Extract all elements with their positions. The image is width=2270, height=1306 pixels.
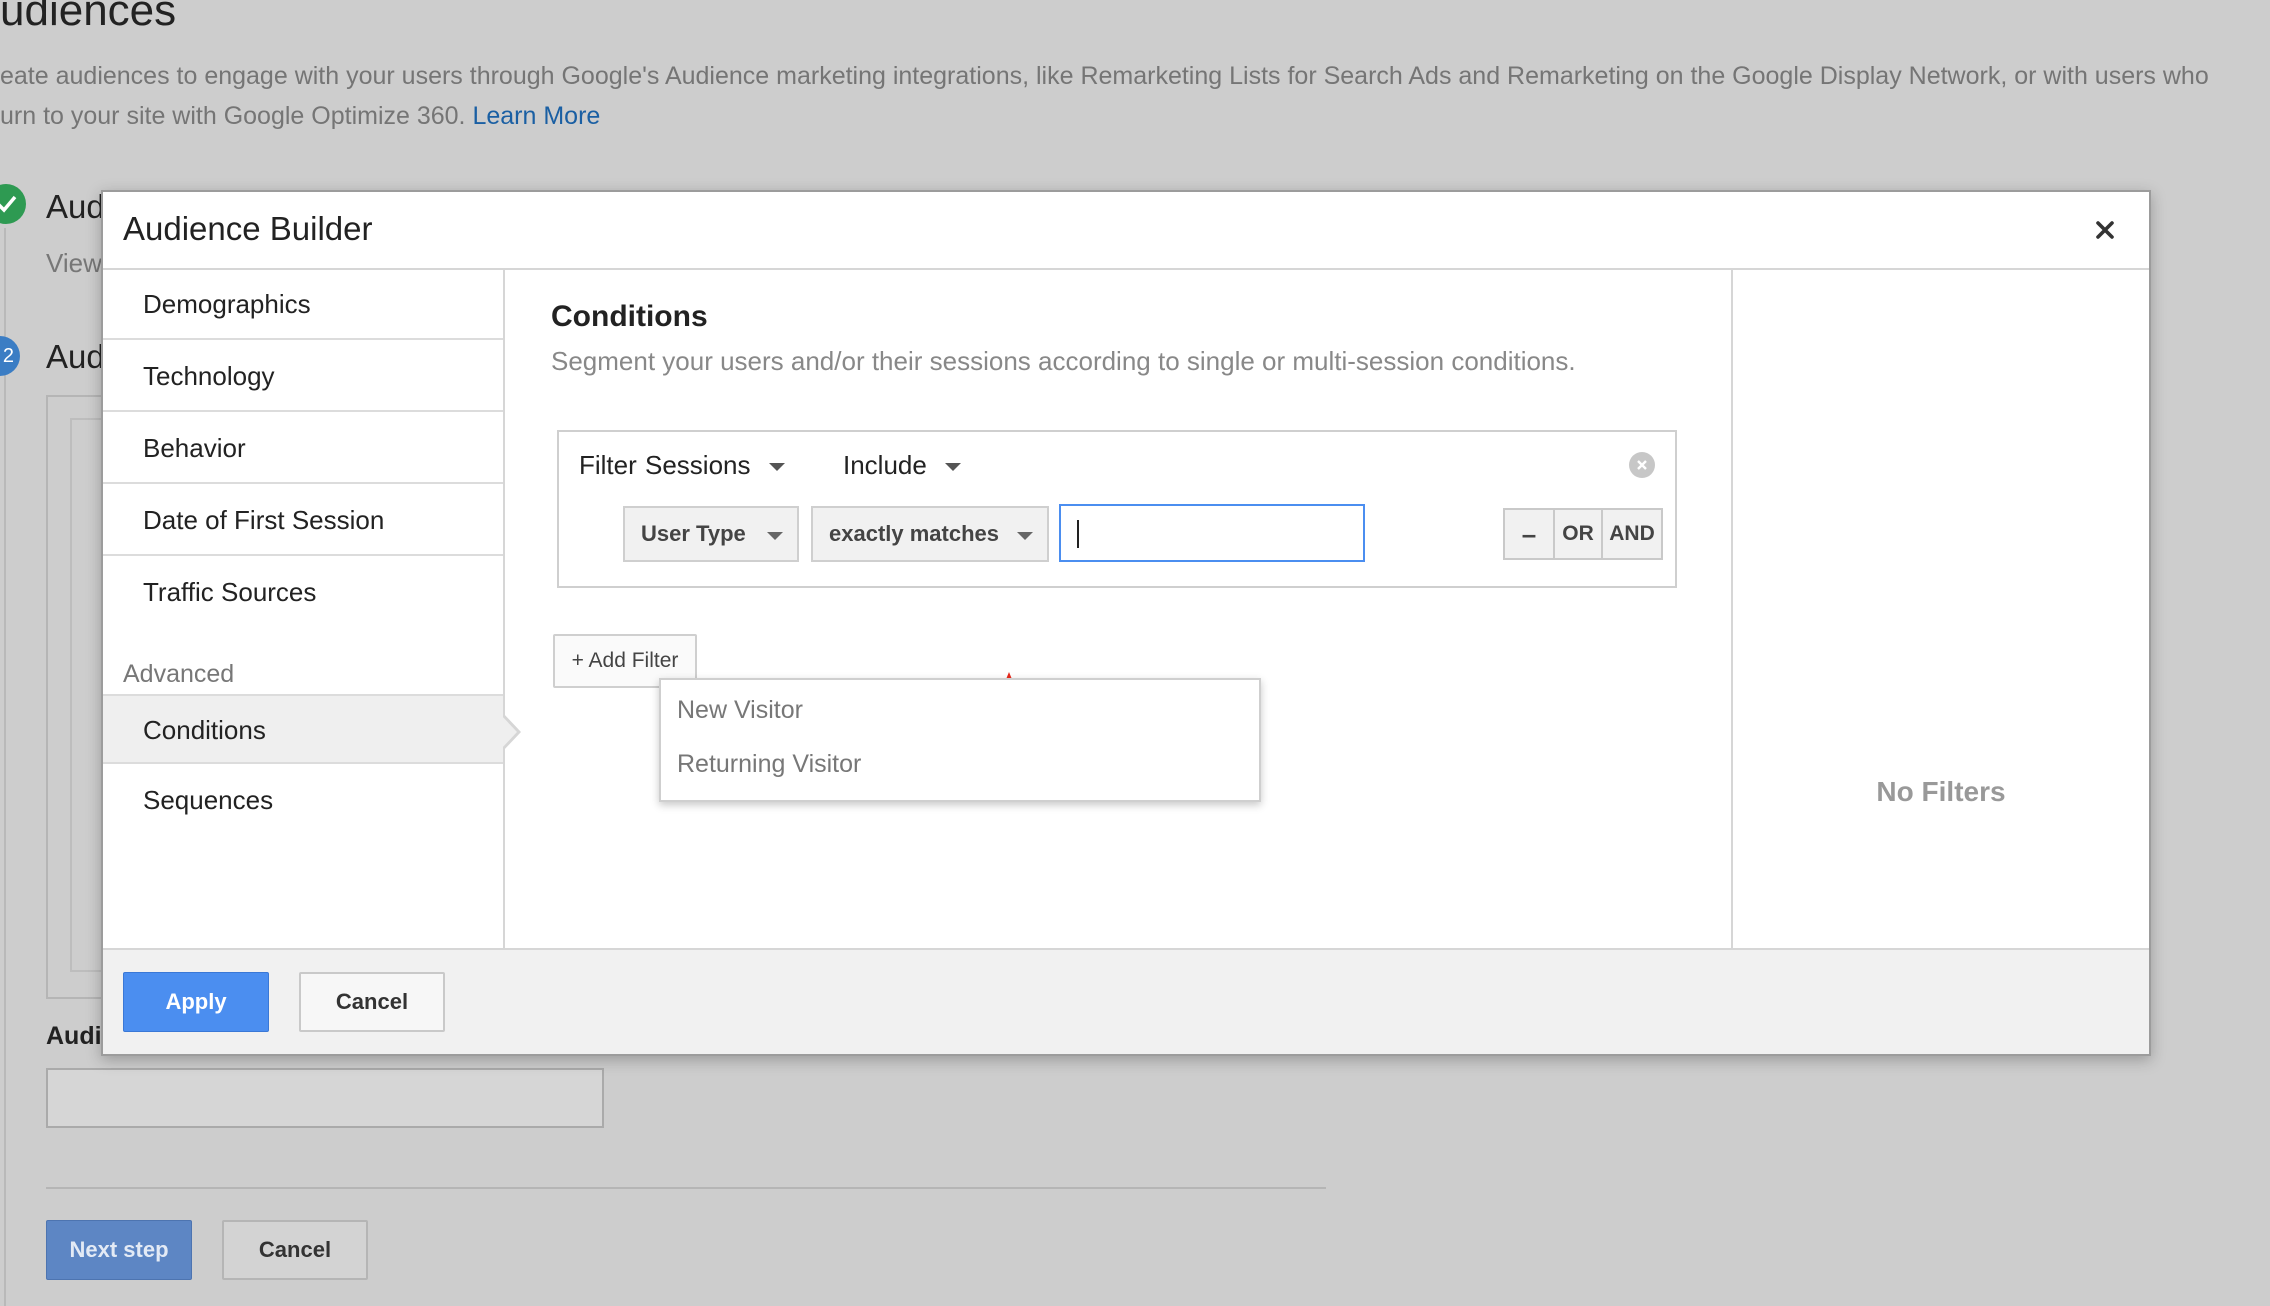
- nav-section-advanced: Advanced: [123, 660, 235, 688]
- dimension-select[interactable]: User Type: [623, 506, 799, 562]
- suggestion-returning-visitor[interactable]: Returning Visitor: [677, 750, 861, 779]
- or-button[interactable]: OR: [1555, 510, 1603, 558]
- builder-nav: Demographics Technology Behavior Date of…: [103, 270, 521, 950]
- suggestion-new-visitor[interactable]: New Visitor: [677, 696, 803, 725]
- close-icon[interactable]: [2087, 212, 2123, 248]
- nav-item-date-of-first-session[interactable]: Date of First Session: [103, 486, 503, 556]
- modal-footer: Apply Cancel: [103, 948, 2149, 1054]
- next-step-button[interactable]: Next step: [46, 1220, 192, 1280]
- steps-connector-line: [4, 228, 6, 1306]
- audience-name-label: Audi: [46, 1022, 102, 1050]
- chevron-down-icon: [944, 463, 961, 472]
- condition-logic-buttons: – OR AND: [1503, 508, 1663, 560]
- page-cancel-button[interactable]: Cancel: [222, 1220, 368, 1280]
- chevron-down-icon: [768, 463, 785, 472]
- modal-title: Audience Builder: [123, 210, 373, 247]
- step-complete-check-icon: [0, 184, 26, 224]
- conditions-description: Segment your users and/or their sessions…: [551, 346, 1576, 376]
- nav-item-technology[interactable]: Technology: [103, 342, 503, 412]
- no-filters-text: No Filters: [1876, 776, 2006, 807]
- nav-item-demographics[interactable]: Demographics: [103, 270, 503, 340]
- remove-condition-button[interactable]: –: [1505, 510, 1555, 558]
- step-2-number-badge: 2: [0, 336, 20, 376]
- condition-value-input[interactable]: [1059, 504, 1365, 562]
- conditions-panel: Conditions Segment your users and/or the…: [505, 270, 1731, 950]
- chevron-down-icon: [767, 532, 783, 540]
- filter-summary-panel: No Filters: [1731, 270, 2149, 950]
- filter-group: Filter Sessions Include User Type exactl…: [557, 430, 1677, 588]
- text-cursor: [1077, 520, 1079, 548]
- apply-button[interactable]: Apply: [123, 972, 269, 1032]
- step-1-subtext: View: [46, 248, 102, 278]
- chevron-down-icon: [1017, 532, 1033, 540]
- divider: [46, 1187, 1326, 1189]
- scope-dropdown[interactable]: Sessions: [645, 450, 785, 481]
- include-dropdown[interactable]: Include: [843, 450, 961, 481]
- nav-item-traffic-sources[interactable]: Traffic Sources: [103, 558, 503, 628]
- page-description: eate audiences to engage with your users…: [0, 56, 2270, 136]
- learn-more-link[interactable]: Learn More: [472, 102, 600, 130]
- audience-builder-modal: Audience Builder Demographics Technology…: [101, 190, 2151, 1056]
- audience-name-input[interactable]: [46, 1068, 604, 1128]
- filter-label: Filter: [579, 450, 637, 480]
- cancel-button[interactable]: Cancel: [299, 972, 445, 1032]
- modal-header: Audience Builder: [103, 192, 2149, 270]
- nav-item-behavior[interactable]: Behavior: [103, 414, 503, 484]
- step-1-heading: Aud: [46, 188, 105, 225]
- nav-item-sequences[interactable]: Sequences: [103, 766, 503, 836]
- step-2-heading: Aud: [46, 338, 105, 375]
- and-button[interactable]: AND: [1603, 510, 1661, 558]
- remove-filter-icon[interactable]: [1629, 452, 1655, 478]
- description-line-2: urn to your site with Google Optimize 36…: [0, 102, 466, 130]
- nav-item-conditions[interactable]: Conditions: [103, 694, 503, 764]
- page-title: udiences: [0, 0, 177, 35]
- value-suggestions-dropdown: New Visitor Returning Visitor: [659, 678, 1261, 802]
- description-line-1: eate audiences to engage with your users…: [0, 62, 2209, 90]
- operator-select[interactable]: exactly matches: [811, 506, 1049, 562]
- conditions-title: Conditions: [551, 300, 708, 333]
